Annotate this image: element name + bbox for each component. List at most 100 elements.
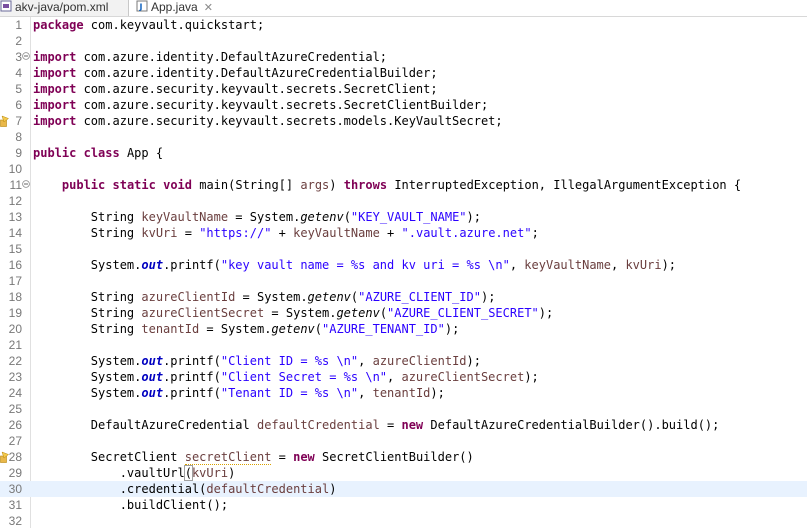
code-line[interactable]: 4 import com.azure.identity.DefaultAzureC… — [0, 65, 807, 81]
collapse-icon[interactable] — [22, 180, 30, 188]
code-token: ) — [329, 482, 337, 496]
code-line[interactable]: 13 String keyVaultName = System.getenv("… — [0, 209, 807, 225]
line-number: 3 — [15, 50, 22, 64]
code-line[interactable]: 12 — [0, 193, 807, 209]
code-token: ( — [183, 465, 193, 481]
code-token: args — [300, 178, 330, 192]
code-token: , — [387, 370, 402, 384]
code-text: import com.azure.identity.DefaultAzureCr… — [33, 49, 387, 65]
line-number: 5 — [15, 82, 22, 96]
code-token: "Client ID = %s \n" — [220, 354, 359, 368]
line-number: 20 — [8, 322, 22, 336]
code-line[interactable]: 8 — [0, 129, 807, 145]
code-token: System. — [33, 386, 142, 400]
code-text: import com.azure.security.keyvault.secre… — [33, 81, 438, 97]
code-token: ) — [329, 178, 344, 192]
code-line[interactable]: 3 import com.azure.identity.DefaultAzureC… — [0, 49, 807, 65]
java-file-icon: J — [136, 0, 148, 16]
code-line[interactable]: 26 DefaultAzureCredential defaultCredent… — [0, 417, 807, 433]
code-line[interactable]: 18 String azureClientId = System.getenv(… — [0, 289, 807, 305]
code-token: = System. — [228, 210, 301, 224]
line-number: 21 — [8, 338, 22, 352]
code-token: ); — [466, 354, 481, 368]
code-token: kvUri — [191, 466, 229, 480]
code-line[interactable]: 15 — [0, 241, 807, 257]
code-line[interactable]: 5 import com.azure.security.keyvault.secr… — [0, 81, 807, 97]
tab-app-java-label: App.java — [151, 0, 198, 15]
tab-pom-xml-label: akv-java/pom.xml — [15, 0, 109, 15]
code-line[interactable]: 27 — [0, 433, 807, 449]
code-token: .buildClient(); — [33, 498, 229, 512]
code-line[interactable]: 1 package com.keyvault.quickstart; — [0, 17, 807, 33]
code-line[interactable]: 29 .vaultUrl(kvUri) — [0, 465, 807, 481]
code-line[interactable]: 30 .credential(defaultCredential) — [0, 481, 807, 497]
code-line[interactable]: 28 SecretClient secretClient = new Secre… — [0, 449, 807, 465]
line-number: 32 — [8, 514, 22, 528]
code-line[interactable]: 11 public static void main(String[] args… — [0, 177, 807, 193]
code-token: = System. — [264, 306, 337, 320]
code-line[interactable]: 24 System.out.printf("Tenant ID = %s \n"… — [0, 385, 807, 401]
code-line[interactable]: 31 .buildClient(); — [0, 497, 807, 513]
tab-app-java[interactable]: J App.java ✕ — [136, 0, 236, 16]
line-number: 16 — [8, 258, 22, 272]
code-text: public class App { — [33, 145, 163, 161]
line-number: 24 — [8, 386, 22, 400]
code-token: ); — [661, 258, 677, 272]
code-token: "key vault name = %s and kv uri = %s \n" — [220, 258, 510, 272]
line-number: 12 — [8, 194, 22, 208]
line-number: 19 — [8, 306, 22, 320]
code-token: "Tenant ID = %s \n" — [220, 386, 359, 400]
code-token: .vaultUrl — [33, 466, 185, 480]
code-line[interactable]: 2 — [0, 33, 807, 49]
code-token: .printf( — [163, 370, 221, 384]
code-line[interactable]: 23 System.out.printf("Client Secret = %s… — [0, 369, 807, 385]
code-line[interactable]: 16 System.out.printf("key vault name = %… — [0, 257, 807, 273]
code-line[interactable]: 14 String kvUri = "https://" + keyVaultN… — [0, 225, 807, 241]
code-token: .printf( — [163, 258, 221, 272]
code-token: SecretClientBuilder() — [314, 450, 474, 464]
code-token: keyVaultName — [524, 258, 611, 272]
code-token: ( — [343, 210, 351, 224]
code-token: com.azure.security.keyvault.secrets.Secr… — [76, 82, 438, 96]
line-number: 30 — [8, 482, 22, 496]
code-token: , — [611, 258, 626, 272]
code-line[interactable]: 6 import com.azure.security.keyvault.secr… — [0, 97, 807, 113]
code-token: out — [141, 258, 164, 272]
collapse-icon[interactable] — [22, 52, 30, 60]
code-line[interactable]: 32 — [0, 513, 807, 529]
line-number: 31 — [8, 498, 22, 512]
code-line[interactable]: 19 String azureClientSecret = System.get… — [0, 305, 807, 321]
code-token: InterruptedException, IllegalArgumentExc… — [387, 178, 742, 192]
code-line[interactable]: 17 — [0, 273, 807, 289]
code-token: import — [33, 50, 77, 64]
code-line[interactable]: 10 — [0, 161, 807, 177]
code-token: public — [61, 178, 106, 192]
code-editor[interactable]: 1 package com.keyvault.quickstart; 2 3 impor… — [0, 17, 807, 528]
code-text: import com.azure.identity.DefaultAzureCr… — [33, 65, 438, 81]
code-line[interactable]: 20 String tenantId = System.getenv("AZUR… — [0, 321, 807, 337]
code-token: com.azure.security.keyvault.secrets.mode… — [76, 114, 503, 128]
code-line[interactable]: 7 import com.azure.security.keyvault.secr… — [0, 113, 807, 129]
code-token: "https://" — [199, 226, 272, 240]
code-line[interactable]: 21 — [0, 337, 807, 353]
code-line[interactable]: 22 System.out.printf("Client ID = %s \n"… — [0, 353, 807, 369]
tab-pom-xml[interactable]: akv-java/pom.xml — [0, 0, 129, 16]
close-icon[interactable]: ✕ — [204, 2, 213, 14]
code-token: azureClientSecret — [401, 370, 525, 384]
line-number: 2 — [15, 34, 22, 48]
line-number: 23 — [8, 370, 22, 384]
code-token: tenantId — [372, 386, 431, 400]
code-token: ( — [314, 322, 323, 336]
code-token: getenv — [271, 322, 315, 336]
code-token: getenv — [336, 306, 380, 320]
code-line[interactable]: 25 — [0, 401, 807, 417]
code-token: defaultCredential — [256, 418, 380, 432]
line-number: 9 — [15, 146, 22, 160]
code-token: ); — [538, 306, 554, 320]
code-line[interactable]: 9 public class App { — [0, 145, 807, 161]
code-token: ); — [444, 322, 460, 336]
code-token: static — [112, 178, 156, 192]
code-token: com.keyvault.quickstart; — [83, 18, 265, 32]
